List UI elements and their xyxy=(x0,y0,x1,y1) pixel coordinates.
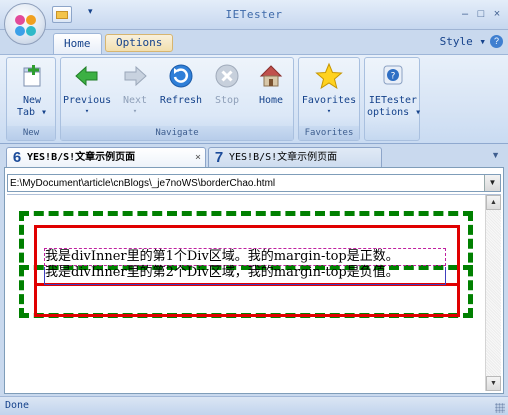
ie-version-icon: 7 xyxy=(214,149,224,166)
refresh-label: Refresh xyxy=(159,95,203,106)
status-bar: Done xyxy=(0,396,508,415)
minimize-button[interactable]: – xyxy=(458,7,472,21)
stop-button[interactable]: Stop xyxy=(203,62,251,126)
group-new: New Tab ▾ New xyxy=(6,57,56,141)
document-tab-strip: 6 YES!B/S!文章示例页面 × 7 YES!B/S!文章示例页面 ▼ xyxy=(0,145,508,167)
close-window-button[interactable]: × xyxy=(490,7,504,21)
home-button[interactable]: Home xyxy=(247,62,295,126)
refresh-button[interactable]: Refresh xyxy=(157,62,205,126)
options-icon: ? xyxy=(379,62,407,90)
next-dropdown-icon[interactable]: ▾ xyxy=(111,107,159,115)
help-icon[interactable]: ? xyxy=(490,35,503,48)
address-bar: ▼ xyxy=(7,174,501,192)
group-favorites: Favorites ▾ Favorites xyxy=(298,57,360,141)
ribbon: New Tab ▾ New Previous ▾ Next ▾ Refresh … xyxy=(0,54,508,144)
orb-dot-icon xyxy=(26,26,36,36)
tab-list-dropdown-icon[interactable]: ▼ xyxy=(491,150,500,160)
group-label-new: New xyxy=(7,126,55,140)
ie-version-icon: 6 xyxy=(12,149,22,166)
doc-tab-ie6[interactable]: 6 YES!B/S!文章示例页面 × xyxy=(6,147,206,167)
ribbon-tab-strip: Home Options Style ▾ ? xyxy=(0,30,508,54)
forward-arrow-icon xyxy=(121,62,149,90)
next-button[interactable]: Next ▾ xyxy=(111,62,159,126)
address-input[interactable] xyxy=(8,175,483,191)
address-dropdown-icon[interactable]: ▼ xyxy=(484,175,500,191)
home-label: Home xyxy=(258,95,284,106)
tab-home[interactable]: Home xyxy=(53,33,102,54)
favorites-dropdown-icon[interactable]: ▾ xyxy=(300,107,358,115)
svg-text:?: ? xyxy=(391,72,396,82)
refresh-icon xyxy=(167,62,195,90)
previous-button[interactable]: Previous ▾ xyxy=(63,62,111,126)
stop-label: Stop xyxy=(214,95,240,106)
title-bar: ▾ IETester – □ × xyxy=(0,0,508,30)
first-inner-div: 我是divInner里的第1个Div区域。我的margin-top是正数。 xyxy=(44,248,446,266)
previous-label: Previous xyxy=(63,95,112,106)
star-icon xyxy=(315,62,343,90)
ietester-options-label: IETester xyxy=(368,95,418,106)
orb-dot-icon xyxy=(15,15,25,25)
style-menu-button[interactable]: Style ▾ xyxy=(440,35,486,48)
favorites-button[interactable]: Favorites ▾ xyxy=(300,62,358,126)
new-tab-button[interactable]: New Tab ▾ xyxy=(8,62,56,126)
vertical-scrollbar[interactable]: ▲ ▼ xyxy=(485,195,501,391)
orb-dot-icon xyxy=(26,15,36,25)
close-tab-icon[interactable]: × xyxy=(195,148,201,167)
group-navigate: Previous ▾ Next ▾ Refresh Stop Home Navi… xyxy=(60,57,294,141)
orb-dot-icon xyxy=(15,26,25,36)
resize-grip-icon[interactable] xyxy=(495,403,505,413)
group-options: ? IETester options ▾ xyxy=(364,57,422,141)
browser-pane: ▼ 我是divInner里的第1个Div区域。我的margin-top是正数。 … xyxy=(4,167,504,394)
favorites-label: Favorites xyxy=(301,95,357,106)
ietester-options-sublabel: options ▾ xyxy=(367,107,422,118)
tab-options[interactable]: Options xyxy=(105,34,174,52)
doc-tab-title: YES!B/S!文章示例页面 xyxy=(27,152,136,163)
status-text: Done xyxy=(5,400,30,411)
back-arrow-icon xyxy=(73,62,101,90)
second-inner-div: 我是divInner里的第2个Div区域，我的margin-top是负值。 xyxy=(44,266,446,285)
maximize-button[interactable]: □ xyxy=(474,7,488,21)
page-viewport: 我是divInner里的第1个Div区域。我的margin-top是正数。 我是… xyxy=(7,194,501,392)
scroll-up-icon[interactable]: ▲ xyxy=(486,195,501,210)
window-title: IETester xyxy=(225,8,283,21)
ietester-options-button[interactable]: ? IETester options ▾ xyxy=(367,62,422,126)
doc-tab-ie7[interactable]: 7 YES!B/S!文章示例页面 xyxy=(208,147,382,167)
stop-icon xyxy=(213,62,241,90)
new-tab-label: New xyxy=(22,95,42,106)
next-label: Next xyxy=(122,95,148,106)
group-label-navigate: Navigate xyxy=(61,126,293,140)
new-tab-sublabel: Tab ▾ xyxy=(16,107,48,118)
previous-dropdown-icon[interactable]: ▾ xyxy=(63,107,111,115)
scroll-down-icon[interactable]: ▼ xyxy=(486,376,501,391)
home-icon xyxy=(257,62,285,90)
new-tab-icon xyxy=(18,62,46,90)
application-menu-button[interactable] xyxy=(4,3,46,45)
doc-tab-title: YES!B/S!文章示例页面 xyxy=(229,152,338,163)
group-label-favorites: Favorites xyxy=(299,126,359,140)
